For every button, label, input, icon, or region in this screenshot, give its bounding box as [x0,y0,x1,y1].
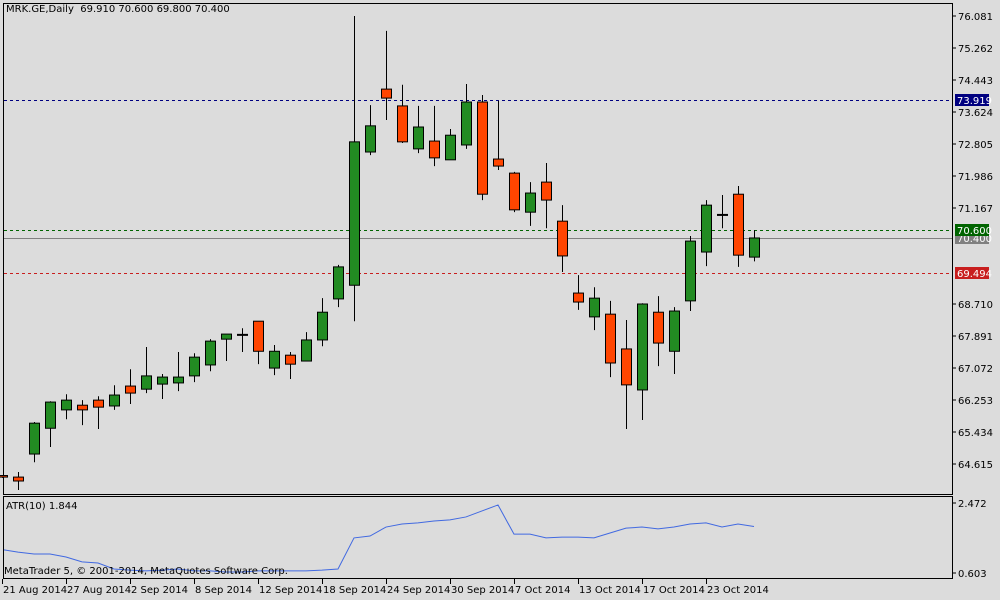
candle-doji [237,333,248,336]
price-label: 64.615 [958,460,993,471]
candle-bear [653,311,664,344]
date-label: 23 Oct 2014 [707,585,769,596]
candle-bear [429,140,440,159]
price-label: 67.072 [958,364,993,375]
price-label: 76.081 [958,12,993,23]
candle-bull [333,266,344,300]
candle-bear [13,476,24,482]
price-label: 72.805 [958,140,993,151]
atr-axis-label: 2.472 [958,499,987,510]
candle-bull [637,303,648,391]
candle-bull [29,422,40,455]
price-label: 75.262 [958,44,993,55]
date-label: 12 Sep 2014 [259,585,322,596]
atr-axis-label: 0.603 [958,569,987,580]
price-label: 74.443 [958,76,993,87]
candle-bull [109,394,120,407]
candle-doji [717,213,728,216]
candle-bull [301,339,312,362]
candle-bull [349,141,360,286]
date-label: 30 Sep 2014 [451,585,514,596]
candle-bear [477,101,488,195]
candle-bull [157,376,168,385]
price-label: 65.434 [958,428,993,439]
candle-bull [173,376,184,384]
candle-bull [749,237,760,258]
price-marker-label: 69.494 [957,269,992,280]
price-marker-label: 73.919 [957,96,992,107]
candle-bull [669,310,680,352]
ohlc-values: 69.910 70.600 69.800 70.400 [80,4,230,15]
candle-bear [381,88,392,99]
price-label: 73.624 [958,108,993,119]
atr-line [3,504,755,573]
candle-bear [125,385,136,394]
candle-bear [541,181,552,201]
date-label: 7 Oct 2014 [515,585,570,596]
price-label: 71.167 [958,204,993,215]
chart-canvas[interactable]: 76.081 75.262 74.443 73.624 72.805 71.986 71.1… [0,0,1000,600]
price-label: 71.986 [958,172,993,183]
date-label: 18 Sep 2014 [323,585,386,596]
candle-bear [493,158,504,167]
candle-bear [93,399,104,408]
candle-bear [733,193,744,256]
candle-bull [141,375,152,390]
date-label: 17 Oct 2014 [643,585,705,596]
candle-bull [45,401,56,429]
candle-bull [365,125,376,153]
symbol-info: MRK.GE,Daily [6,4,74,15]
candle-bull [589,297,600,318]
candle-bear [621,348,632,386]
candle-bear [0,475,8,478]
candle-bear [77,404,88,411]
price-marker-label: 70.600 [957,226,992,237]
candle-bear [397,105,408,143]
candle-bull [701,204,712,253]
copyright-text: MetaTrader 5, © 2001-2014, MetaQuotes So… [4,566,288,577]
chart-title: MRK.GE,Daily 69.910 70.600 69.800 70.400 [6,4,230,15]
main-panel-border [3,3,953,495]
candle-bull [205,340,216,366]
date-label: 13 Oct 2014 [579,585,641,596]
candle-bear [285,354,296,365]
date-label: 27 Aug 2014 [67,585,131,596]
price-label: 68.710 [958,300,993,311]
candle-bull [269,350,280,369]
candle-bear [605,313,616,364]
candle-bull [189,356,200,377]
date-label: 8 Sep 2014 [195,585,252,596]
candle-bull [317,311,328,341]
candle-bull [221,333,232,340]
atr-indicator-label: ATR(10) 1.844 [6,501,78,512]
candle-bull [445,134,456,161]
candle-bear [573,292,584,303]
date-label: 2 Sep 2014 [131,585,188,596]
date-label: 21 Aug 2014 [3,585,67,596]
candle-bear [509,172,520,211]
candle-bear [557,220,568,257]
price-label: 66.253 [958,396,993,407]
candle-bull [685,240,696,302]
candle-bull [461,101,472,146]
candle-bull [61,399,72,411]
price-label: 67.891 [958,332,993,343]
candle-bull [525,192,536,213]
candle-bull [413,126,424,150]
candle-bear [253,320,264,352]
date-label: 24 Sep 2014 [387,585,450,596]
